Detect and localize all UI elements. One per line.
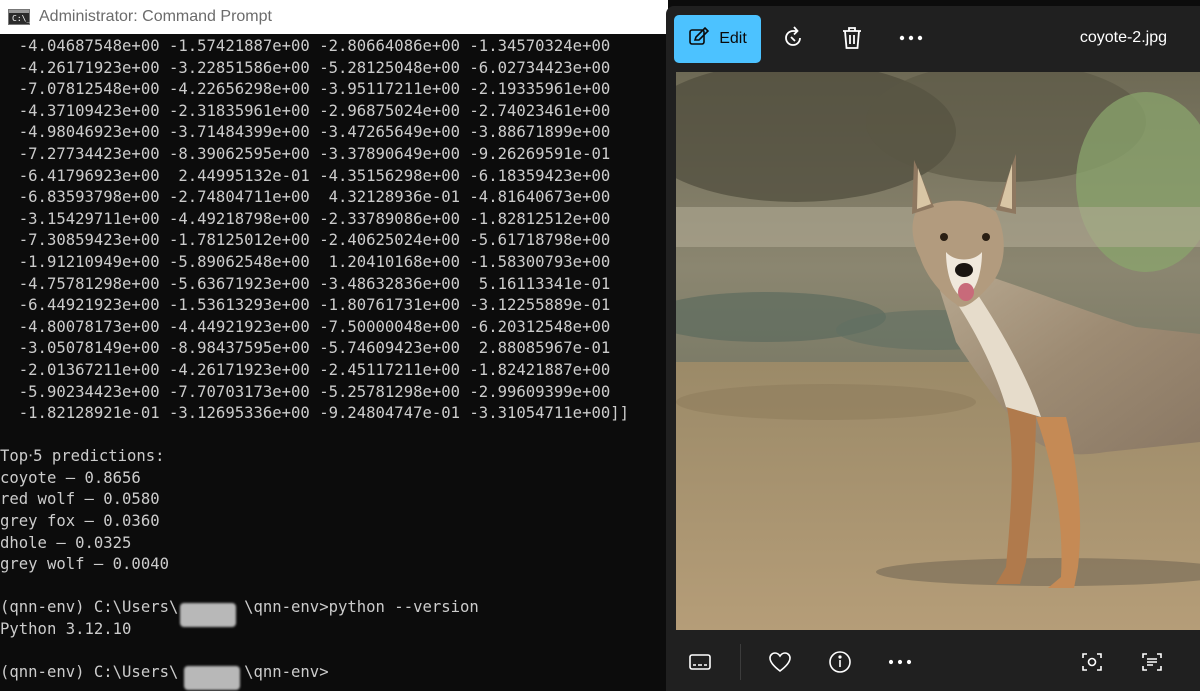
console-line: -2.01367211e+00 -4.26171923e+00 -2.45117… — [0, 360, 611, 379]
heart-icon[interactable] — [766, 648, 794, 676]
edit-icon — [688, 26, 710, 53]
redacted-username — [180, 603, 236, 627]
console-line: -4.98046923e+00 -3.71484399e+00 -3.47265… — [0, 123, 611, 142]
console-line: Python 3.12.10 — [0, 620, 132, 639]
edit-button[interactable]: Edit — [674, 15, 761, 63]
console-output[interactable]: -4.04687548e+00 -1.57421887e+00 -2.80664… — [0, 36, 668, 691]
console-line: dhole — 0.0325 — [0, 533, 132, 552]
console-line: grey wolf — 0.0040 — [0, 555, 169, 574]
console-line: (qnn-env) C:\Users\ \qnn-env> — [0, 663, 329, 682]
photo-bottom-bar — [666, 632, 1200, 691]
console-line: -6.83593798e+00 -2.74804711e+00 4.321289… — [0, 188, 611, 207]
more-icon[interactable] — [886, 648, 914, 676]
toolbar-divider — [740, 644, 741, 680]
delete-icon[interactable] — [837, 23, 867, 53]
console-line: -4.04687548e+00 -1.57421887e+00 -2.80664… — [0, 37, 611, 55]
visual-search-icon[interactable] — [1078, 648, 1106, 676]
console-line: -4.26171923e+00 -3.22851586e+00 -5.28125… — [0, 58, 611, 77]
console-line: -3.15429711e+00 -4.49218798e+00 -2.33789… — [0, 209, 611, 228]
photos-viewer-window: Edit coyote-2.jpg — [666, 6, 1200, 691]
cmd-titlebar[interactable]: C:\_ Administrator: Command Prompt — [0, 0, 668, 34]
console-line: -7.07812548e+00 -4.22656298e+00 -3.95117… — [0, 80, 611, 99]
console-line: -3.05078149e+00 -8.98437595e+00 -5.74609… — [0, 339, 611, 358]
photo-toolbar: Edit coyote-2.jpg — [666, 6, 1200, 72]
console-line: red wolf — 0.0580 — [0, 490, 160, 509]
more-icon[interactable] — [896, 23, 926, 53]
console-line: -4.75781298e+00 -5.63671923e+00 -3.48632… — [0, 274, 611, 293]
console-line: -6.41796923e+00 2.44995132e-01 -4.351562… — [0, 166, 611, 185]
console-line: (qnn-env) C:\Users\ \qnn-env>python --ve… — [0, 598, 479, 617]
filmstrip-icon[interactable] — [686, 648, 714, 676]
console-line: -1.91210949e+00 -5.89062548e+00 1.204101… — [0, 252, 611, 271]
console-line: coyote — 0.8656 — [0, 468, 141, 487]
file-name: coyote-2.jpg — [1079, 29, 1167, 46]
rotate-icon[interactable] — [778, 23, 808, 53]
console-line: -5.90234423e+00 -7.70703173e+00 -5.25781… — [0, 382, 611, 401]
redacted-username — [184, 666, 240, 690]
console-line: Top‧5 predictions: — [0, 447, 165, 466]
cmd-app-icon: C:\_ — [8, 9, 31, 25]
console-line: -6.44921923e+00 -1.53613293e+00 -1.80761… — [0, 296, 611, 315]
edit-label: Edit — [719, 30, 747, 47]
info-icon[interactable] — [826, 648, 854, 676]
console-line: -4.80078173e+00 -4.44921923e+00 -7.50000… — [0, 317, 611, 336]
text-recognition-icon[interactable] — [1138, 648, 1166, 676]
console-line: -7.30859423e+00 -1.78125012e+00 -2.40625… — [0, 231, 611, 250]
console-line: -1.82128921e-01 -3.12695336e+00 -9.24804… — [0, 404, 630, 423]
console-line: -7.27734423e+00 -8.39062595e+00 -3.37890… — [0, 144, 611, 163]
console-line: -4.37109423e+00 -2.31835961e+00 -2.96875… — [0, 101, 611, 120]
cmd-window-title: Administrator: Command Prompt — [39, 8, 272, 25]
coyote-photo — [676, 72, 1200, 630]
command-prompt-window: C:\_ Administrator: Command Prompt -4.04… — [0, 0, 668, 691]
console-line: grey fox — 0.0360 — [0, 512, 160, 531]
